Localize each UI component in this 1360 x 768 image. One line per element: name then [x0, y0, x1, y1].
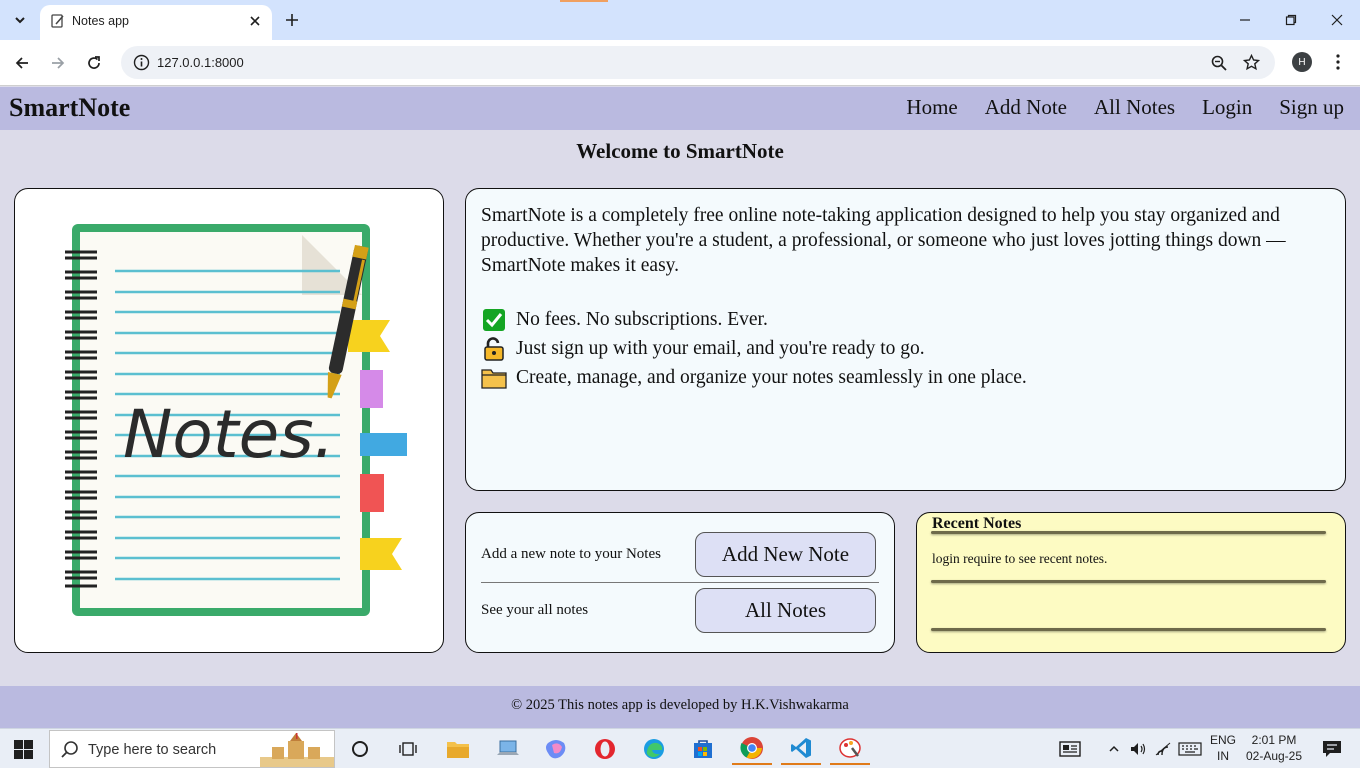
close-window-icon[interactable]: [1314, 6, 1360, 34]
browser-toolbar: 127.0.0.1:8000 H: [0, 40, 1360, 86]
recent-notes-message: login require to see recent notes.: [932, 551, 1108, 566]
note-line: [931, 628, 1326, 631]
notebook-title-text: Notes.: [123, 396, 335, 473]
bookmark-star-icon[interactable]: [1242, 53, 1261, 72]
feature-item: No fees. No subscriptions. Ever.: [481, 305, 1027, 334]
feature-text: No fees. No subscriptions. Ever.: [516, 308, 768, 330]
speaker-icon[interactable]: [1126, 733, 1150, 765]
note-line: [931, 531, 1326, 534]
tab-search-chevron-icon[interactable]: [6, 7, 34, 33]
divider: [481, 582, 879, 583]
windows-start-icon[interactable]: [14, 740, 33, 759]
minimize-icon[interactable]: [1222, 6, 1268, 34]
unlocked-lock-icon: [481, 336, 507, 361]
network-icon[interactable]: [1151, 733, 1175, 765]
forward-arrow-icon[interactable]: [45, 50, 71, 76]
language-indicator[interactable]: ENG IN: [1207, 733, 1239, 763]
all-notes-button[interactable]: All Notes: [695, 588, 876, 633]
clock[interactable]: 2:01 PM 02-Aug-25: [1245, 733, 1303, 763]
chrome-icon[interactable]: [732, 733, 772, 765]
file-explorer-icon[interactable]: [438, 733, 478, 765]
new-tab-plus-icon[interactable]: [280, 8, 304, 32]
profile-avatar[interactable]: H: [1292, 52, 1312, 72]
url-text[interactable]: 127.0.0.1:8000: [157, 55, 244, 70]
sandcastle-icon: [260, 733, 334, 767]
nav-home[interactable]: Home: [906, 95, 957, 120]
note-line: [931, 580, 1326, 583]
reload-icon[interactable]: [81, 50, 107, 76]
add-new-note-button[interactable]: Add New Note: [695, 532, 876, 577]
paint-app-icon[interactable]: [830, 733, 870, 765]
site-info-icon[interactable]: [133, 54, 150, 71]
clock-time: 2:01 PM: [1251, 733, 1297, 747]
feature-list: No fees. No subscriptions. Ever. Just si…: [481, 305, 1027, 392]
edge-icon[interactable]: [634, 733, 674, 765]
browser-menu-icon[interactable]: [1328, 51, 1348, 73]
taskbar: Type here to search ENG IN 2:01 PM 02-Au…: [0, 728, 1360, 768]
page-title: Welcome to SmartNote: [576, 139, 784, 163]
tab-close-icon[interactable]: [246, 12, 264, 30]
check-mark-icon: [481, 308, 507, 332]
taskbar-search-input[interactable]: Type here to search: [49, 730, 335, 768]
notification-icon[interactable]: [1312, 733, 1352, 765]
notebook-illustration: Notes.: [65, 224, 407, 616]
laptop-app-icon[interactable]: [488, 733, 528, 765]
site-header: SmartNote Home Add Note All Notes Login …: [0, 87, 1360, 130]
brand-logo[interactable]: SmartNote: [9, 93, 130, 123]
recent-notes-card: Recent Notes login require to see recent…: [916, 512, 1346, 653]
cortana-circle-icon[interactable]: [340, 733, 380, 765]
task-view-icon[interactable]: [388, 733, 428, 765]
add-note-label: Add a new note to your Notes: [481, 546, 661, 562]
keyboard-icon[interactable]: [1176, 733, 1204, 765]
nav-login[interactable]: Login: [1202, 95, 1252, 120]
browser-tab-bar: Notes app: [0, 0, 1360, 40]
site-footer: © 2025 This notes app is developed by H.…: [0, 686, 1360, 728]
back-arrow-icon[interactable]: [9, 50, 35, 76]
search-icon: [60, 740, 80, 760]
region-code: IN: [1217, 749, 1229, 763]
about-card: SmartNote is a completely free online no…: [465, 188, 1346, 491]
clock-date: 02-Aug-25: [1245, 749, 1303, 763]
tab-strip-indicator: [560, 0, 608, 2]
all-notes-label: See your all notes: [481, 602, 589, 618]
news-widget-icon[interactable]: [1050, 733, 1090, 765]
notes-favicon-icon: [50, 13, 66, 29]
restore-icon[interactable]: [1268, 6, 1314, 34]
actions-card: Add a new note to your Notes Add New Not…: [465, 512, 895, 653]
feature-text: Just sign up with your email, and you're…: [516, 337, 925, 359]
nav-sign-up[interactable]: Sign up: [1279, 95, 1344, 120]
feature-text: Create, manage, and organize your notes …: [516, 366, 1027, 388]
feature-item: Create, manage, and organize your notes …: [481, 363, 1027, 392]
opera-icon[interactable]: [585, 733, 625, 765]
main-nav: Home Add Note All Notes Login Sign up: [906, 95, 1344, 120]
browser-tab[interactable]: Notes app: [40, 5, 272, 40]
chevron-up-icon[interactable]: [1102, 733, 1126, 765]
nav-all-notes[interactable]: All Notes: [1094, 95, 1175, 120]
notebook-image-card: Notes.: [14, 188, 444, 653]
zoom-icon[interactable]: [1209, 53, 1228, 72]
language-code: ENG: [1209, 733, 1236, 747]
about-text: SmartNote is a completely free online no…: [481, 205, 1286, 276]
microsoft-store-icon[interactable]: [683, 733, 723, 765]
folder-icon: [481, 366, 507, 390]
nav-add-note[interactable]: Add Note: [985, 95, 1067, 120]
copilot-icon[interactable]: [536, 733, 576, 765]
vscode-icon[interactable]: [781, 733, 821, 765]
search-placeholder: Type here to search: [88, 742, 217, 758]
feature-item: Just sign up with your email, and you're…: [481, 334, 1027, 363]
tab-title: Notes app: [72, 14, 129, 28]
address-bar[interactable]: 127.0.0.1:8000: [121, 46, 1275, 79]
